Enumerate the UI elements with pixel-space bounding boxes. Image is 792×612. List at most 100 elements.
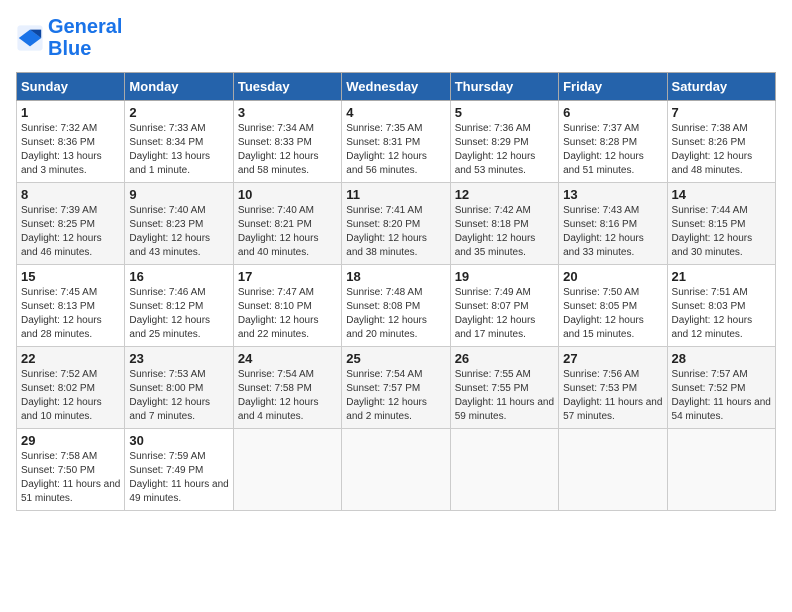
calendar-cell: 13 Sunrise: 7:43 AMSunset: 8:16 PMDayligh… (559, 183, 667, 265)
calendar-cell: 2 Sunrise: 7:33 AMSunset: 8:34 PMDaylight… (125, 101, 233, 183)
day-info: Sunrise: 7:44 AMSunset: 8:15 PMDaylight:… (672, 204, 771, 260)
day-info: Sunrise: 7:52 AMSunset: 8:02 PMDaylight:… (21, 368, 120, 424)
day-info: Sunrise: 7:49 AMSunset: 8:07 PMDaylight:… (455, 286, 554, 342)
day-header-tuesday: Tuesday (233, 73, 341, 101)
calendar-cell: 7Sunrise: 7:38 AMSunset: 8:26 PMDaylight… (667, 101, 775, 183)
calendar-cell (667, 429, 775, 511)
day-info: Sunrise: 7:54 AMSunset: 7:57 PMDaylight:… (346, 368, 445, 424)
day-info: Sunrise: 7:54 AMSunset: 7:58 PMDaylight:… (238, 368, 337, 424)
calendar-cell: 17 Sunrise: 7:47 AMSunset: 8:10 PMDayligh… (233, 265, 341, 347)
day-header-wednesday: Wednesday (342, 73, 450, 101)
day-info: Sunrise: 7:55 AMSunset: 7:55 PMDaylight:… (455, 368, 554, 424)
day-info: Sunrise: 7:45 AMSunset: 8:13 PMDaylight:… (21, 286, 120, 342)
calendar-cell: 28 Sunrise: 7:57 AMSunset: 7:52 PMDayligh… (667, 347, 775, 429)
calendar-cell: 8 Sunrise: 7:39 AMSunset: 8:25 PMDaylight… (17, 183, 125, 265)
day-number: 12 (455, 187, 554, 202)
calendar-cell: 14 Sunrise: 7:44 AMSunset: 8:15 PMDayligh… (667, 183, 775, 265)
calendar-cell: 26 Sunrise: 7:55 AMSunset: 7:55 PMDayligh… (450, 347, 558, 429)
day-number: 1 (21, 105, 120, 120)
calendar-cell: 15 Sunrise: 7:45 AMSunset: 8:13 PMDayligh… (17, 265, 125, 347)
day-number: 23 (129, 351, 228, 366)
calendar-week-row: 15 Sunrise: 7:45 AMSunset: 8:13 PMDayligh… (17, 265, 776, 347)
calendar-cell: 27Sunrise: 7:56 AMSunset: 7:53 PMDayligh… (559, 347, 667, 429)
calendar-week-row: 29 Sunrise: 7:58 AMSunset: 7:50 PMDayligh… (17, 429, 776, 511)
day-info: Sunrise: 7:36 AMSunset: 8:29 PMDaylight:… (455, 122, 554, 178)
day-info: Sunrise: 7:50 AMSunset: 8:05 PMDaylight:… (563, 286, 662, 342)
calendar-cell: 25 Sunrise: 7:54 AMSunset: 7:57 PMDayligh… (342, 347, 450, 429)
day-number: 5 (455, 105, 554, 120)
calendar-cell: 19Sunrise: 7:49 AMSunset: 8:07 PMDayligh… (450, 265, 558, 347)
day-header-thursday: Thursday (450, 73, 558, 101)
calendar-cell: 18Sunrise: 7:48 AMSunset: 8:08 PMDayligh… (342, 265, 450, 347)
day-number: 25 (346, 351, 445, 366)
calendar-week-row: 22 Sunrise: 7:52 AMSunset: 8:02 PMDayligh… (17, 347, 776, 429)
calendar-cell: 5 Sunrise: 7:36 AMSunset: 8:29 PMDaylight… (450, 101, 558, 183)
day-info: Sunrise: 7:42 AMSunset: 8:18 PMDaylight:… (455, 204, 554, 260)
day-info: Sunrise: 7:39 AMSunset: 8:25 PMDaylight:… (21, 204, 120, 260)
day-info: Sunrise: 7:47 AMSunset: 8:10 PMDaylight:… (238, 286, 337, 342)
day-header-friday: Friday (559, 73, 667, 101)
day-info: Sunrise: 7:40 AMSunset: 8:21 PMDaylight:… (238, 204, 337, 260)
day-info: Sunrise: 7:33 AMSunset: 8:34 PMDaylight:… (129, 122, 228, 178)
day-number: 13 (563, 187, 662, 202)
day-number: 3 (238, 105, 337, 120)
day-number: 8 (21, 187, 120, 202)
day-number: 17 (238, 269, 337, 284)
day-number: 20 (563, 269, 662, 284)
day-number: 26 (455, 351, 554, 366)
calendar-cell: 16 Sunrise: 7:46 AMSunset: 8:12 PMDayligh… (125, 265, 233, 347)
calendar-cell: 20 Sunrise: 7:50 AMSunset: 8:05 PMDayligh… (559, 265, 667, 347)
calendar-cell: 3 Sunrise: 7:34 AMSunset: 8:33 PMDaylight… (233, 101, 341, 183)
day-number: 27 (563, 351, 662, 366)
calendar-cell: 30Sunrise: 7:59 AMSunset: 7:49 PMDayligh… (125, 429, 233, 511)
day-info: Sunrise: 7:37 AMSunset: 8:28 PMDaylight:… (563, 122, 662, 178)
calendar-cell: 12 Sunrise: 7:42 AMSunset: 8:18 PMDayligh… (450, 183, 558, 265)
calendar-table: SundayMondayTuesdayWednesdayThursdayFrid… (16, 72, 776, 511)
calendar-cell: 10 Sunrise: 7:40 AMSunset: 8:21 PMDayligh… (233, 183, 341, 265)
day-info: Sunrise: 7:57 AMSunset: 7:52 PMDaylight:… (672, 368, 771, 424)
day-number: 6 (563, 105, 662, 120)
day-info: Sunrise: 7:46 AMSunset: 8:12 PMDaylight:… (129, 286, 228, 342)
calendar-week-row: 8 Sunrise: 7:39 AMSunset: 8:25 PMDaylight… (17, 183, 776, 265)
day-number: 21 (672, 269, 771, 284)
day-number: 29 (21, 433, 120, 448)
day-number: 2 (129, 105, 228, 120)
day-info: Sunrise: 7:51 AMSunset: 8:03 PMDaylight:… (672, 286, 771, 342)
day-number: 7 (672, 105, 771, 120)
calendar-cell: 11 Sunrise: 7:41 AMSunset: 8:20 PMDayligh… (342, 183, 450, 265)
day-info: Sunrise: 7:43 AMSunset: 8:16 PMDaylight:… (563, 204, 662, 260)
day-number: 9 (129, 187, 228, 202)
day-info: Sunrise: 7:41 AMSunset: 8:20 PMDaylight:… (346, 204, 445, 260)
day-number: 30 (129, 433, 228, 448)
calendar-cell: 22 Sunrise: 7:52 AMSunset: 8:02 PMDayligh… (17, 347, 125, 429)
day-info: Sunrise: 7:34 AMSunset: 8:33 PMDaylight:… (238, 122, 337, 178)
day-header-sunday: Sunday (17, 73, 125, 101)
day-number: 14 (672, 187, 771, 202)
calendar-cell: 9 Sunrise: 7:40 AMSunset: 8:23 PMDaylight… (125, 183, 233, 265)
day-number: 22 (21, 351, 120, 366)
day-number: 15 (21, 269, 120, 284)
day-number: 10 (238, 187, 337, 202)
day-number: 24 (238, 351, 337, 366)
calendar-cell: 1 Sunrise: 7:32 AMSunset: 8:36 PMDaylight… (17, 101, 125, 183)
day-info: Sunrise: 7:32 AMSunset: 8:36 PMDaylight:… (21, 122, 120, 178)
calendar-week-row: 1 Sunrise: 7:32 AMSunset: 8:36 PMDaylight… (17, 101, 776, 183)
calendar-cell: 23 Sunrise: 7:53 AMSunset: 8:00 PMDayligh… (125, 347, 233, 429)
calendar-cell (450, 429, 558, 511)
day-info: Sunrise: 7:53 AMSunset: 8:00 PMDaylight:… (129, 368, 228, 424)
calendar-cell (559, 429, 667, 511)
day-info: Sunrise: 7:58 AMSunset: 7:50 PMDaylight:… (21, 450, 120, 506)
calendar-cell (342, 429, 450, 511)
calendar-cell: 24 Sunrise: 7:54 AMSunset: 7:58 PMDayligh… (233, 347, 341, 429)
day-header-monday: Monday (125, 73, 233, 101)
day-number: 11 (346, 187, 445, 202)
calendar-cell: 21 Sunrise: 7:51 AMSunset: 8:03 PMDayligh… (667, 265, 775, 347)
page-header: General Blue (16, 16, 776, 60)
day-info: Sunrise: 7:40 AMSunset: 8:23 PMDaylight:… (129, 204, 228, 260)
day-info: Sunrise: 7:48 AMSunset: 8:08 PMDaylight:… (346, 286, 445, 342)
day-number: 28 (672, 351, 771, 366)
calendar-cell: 4Sunrise: 7:35 AMSunset: 8:31 PMDaylight… (342, 101, 450, 183)
calendar-cell (233, 429, 341, 511)
day-number: 16 (129, 269, 228, 284)
logo-text: General Blue (48, 16, 122, 60)
